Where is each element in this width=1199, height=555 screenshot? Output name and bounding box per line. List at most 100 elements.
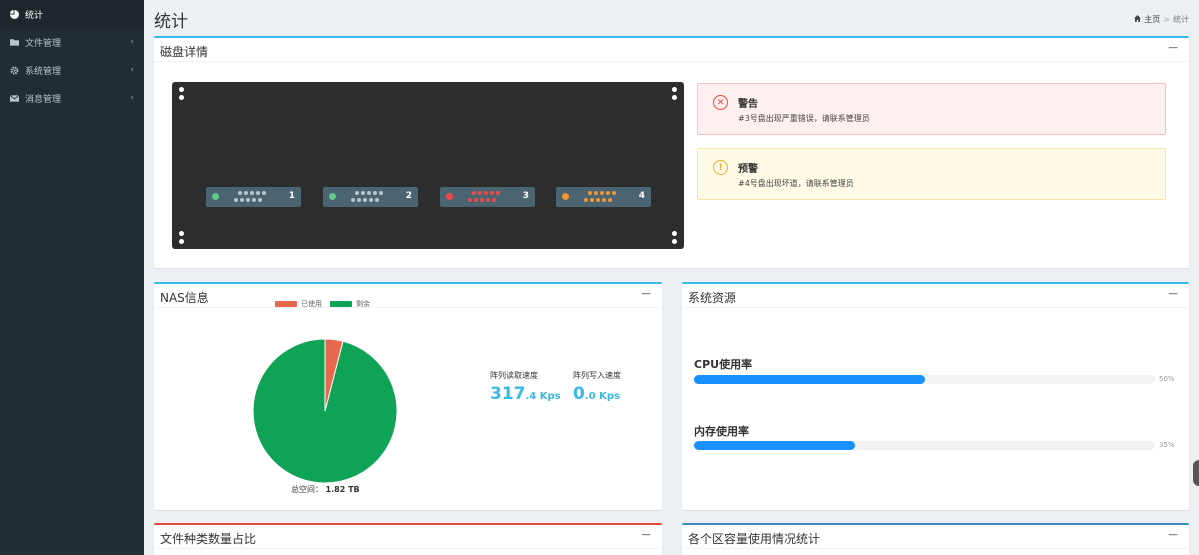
indicator-dot (486, 198, 490, 202)
indicator-dot (596, 198, 600, 202)
pie-chart-icon (10, 9, 22, 19)
disk-slot[interactable]: 3 (440, 187, 535, 207)
legend-label-free: 剩余 (356, 300, 370, 308)
indicator-dot (375, 198, 379, 202)
sidebar-item-stats[interactable]: 统计 (0, 0, 144, 28)
scroll-handle[interactable] (1193, 460, 1199, 486)
indicator-dot (238, 191, 242, 195)
indicator-dot (256, 191, 260, 195)
write-speed-value: 0.0 Kps (573, 384, 620, 404)
partition-usage-box: 各个区容量使用情况统计 − (682, 523, 1189, 555)
box-header: NAS信息 − (154, 284, 662, 308)
indicator-dot (379, 191, 383, 195)
sidebar-item-system-management[interactable]: 系统管理 ‹ (0, 56, 144, 84)
collapse-button[interactable]: − (1167, 40, 1179, 56)
gear-icon (10, 66, 22, 75)
cpu-usage-bar (694, 375, 1155, 384)
disk-number: 2 (405, 191, 412, 201)
disk-number: 1 (288, 191, 295, 201)
disk-number: 3 (522, 191, 529, 201)
box-title: 文件种类数量占比 (160, 532, 257, 546)
write-speed-label: 阵列写入速度 (573, 371, 621, 380)
system-resources-box: 系统资源 − CPU使用率 50% 内存使用率 35% (682, 282, 1189, 510)
chevron-left-icon: ‹ (130, 37, 134, 47)
warning-alert: ! 预警 #4号盘出现坏道，请联系管理员 (697, 148, 1166, 200)
alert-message: #3号盘出现严重错误，请联系管理员 (738, 114, 870, 123)
indicator-dot (490, 191, 494, 195)
error-circle-icon: ✕ (713, 95, 728, 110)
sidebar-item-file-management[interactable]: 文件管理 ‹ (0, 28, 144, 56)
indicator-dot (373, 191, 377, 195)
envelope-icon (10, 94, 22, 102)
box-title: NAS信息 (160, 291, 209, 305)
disk-status-led (329, 193, 336, 200)
legend-swatch-free[interactable] (330, 301, 352, 307)
indicator-dot (472, 191, 476, 195)
folder-icon (10, 38, 22, 46)
sidebar: 统计 文件管理 ‹ 系统管理 ‹ 消息管理 ‹ (0, 0, 144, 555)
chevron-left-icon: ‹ (130, 65, 134, 75)
breadcrumb-home-link[interactable]: 主页 (1144, 14, 1160, 25)
indicator-dot (588, 191, 592, 195)
collapse-button[interactable]: − (1167, 527, 1179, 543)
indicator-dot (484, 191, 488, 195)
indicator-dot (252, 198, 256, 202)
total-space-value: 1.82 TB (325, 485, 360, 494)
box-title: 磁盘详情 (160, 45, 209, 59)
disk-number: 4 (638, 191, 645, 201)
box-header: 系统资源 − (682, 284, 1189, 308)
indicator-dot (606, 191, 610, 195)
indicator-dot (351, 198, 355, 202)
indicator-dot (602, 198, 606, 202)
box-header: 磁盘详情 − (154, 38, 1189, 62)
indicator-dot (496, 191, 500, 195)
indicator-dot (608, 198, 612, 202)
alert-message: #4号盘出现坏道，请联系管理员 (738, 179, 854, 188)
indicator-dot (244, 191, 248, 195)
breadcrumb-current: 统计 (1173, 15, 1189, 24)
indicator-dot (246, 198, 250, 202)
collapse-button[interactable]: − (640, 286, 652, 302)
indicator-dot (369, 198, 373, 202)
read-speed-label: 阵列读取速度 (490, 371, 538, 380)
indicator-dot (492, 198, 496, 202)
legend-swatch-used[interactable] (275, 301, 297, 307)
sidebar-item-label: 文件管理 (25, 38, 62, 49)
warning-circle-icon: ! (713, 160, 728, 175)
memory-usage-label: 内存使用率 (694, 425, 749, 438)
indicator-dot (594, 191, 598, 195)
write-speed-decimal: .0 Kps (584, 391, 620, 402)
indicator-dot (600, 191, 604, 195)
legend-label-used: 已使用 (301, 300, 322, 308)
disk-slot[interactable]: 2 (323, 187, 418, 207)
indicator-dot (357, 198, 361, 202)
indicator-dot (612, 191, 616, 195)
home-icon (1134, 15, 1142, 24)
cpu-usage-fill (694, 375, 925, 384)
content-header: 统计 主页 > 统计 (144, 0, 1199, 36)
disk-chassis: 1 2 3 4 (172, 82, 684, 249)
disk-slot[interactable]: 1 (206, 187, 301, 207)
indicator-dot (468, 198, 472, 202)
box-header: 各个区容量使用情况统计 − (682, 525, 1189, 549)
memory-usage-fill (694, 441, 856, 450)
page-title: 统计 (154, 12, 188, 32)
storage-pie-chart (252, 338, 398, 484)
pie-legend: 已使用 剩余 (275, 299, 370, 309)
indicator-dot (240, 198, 244, 202)
box-title: 系统资源 (688, 291, 737, 305)
sidebar-item-label: 消息管理 (25, 94, 62, 105)
collapse-button[interactable]: − (640, 527, 652, 543)
screw (672, 239, 677, 244)
indicator-dot (367, 191, 371, 195)
box-header: 文件种类数量占比 − (154, 525, 662, 549)
indicator-dot (584, 198, 588, 202)
disk-slot[interactable]: 4 (556, 187, 651, 207)
indicator-dot (234, 198, 238, 202)
sidebar-item-message-management[interactable]: 消息管理 ‹ (0, 84, 144, 112)
indicator-dot (478, 191, 482, 195)
indicator-dot (361, 191, 365, 195)
collapse-button[interactable]: − (1167, 286, 1179, 302)
file-types-box: 文件种类数量占比 − (154, 523, 662, 555)
total-space-label: 总空间： (291, 485, 323, 494)
